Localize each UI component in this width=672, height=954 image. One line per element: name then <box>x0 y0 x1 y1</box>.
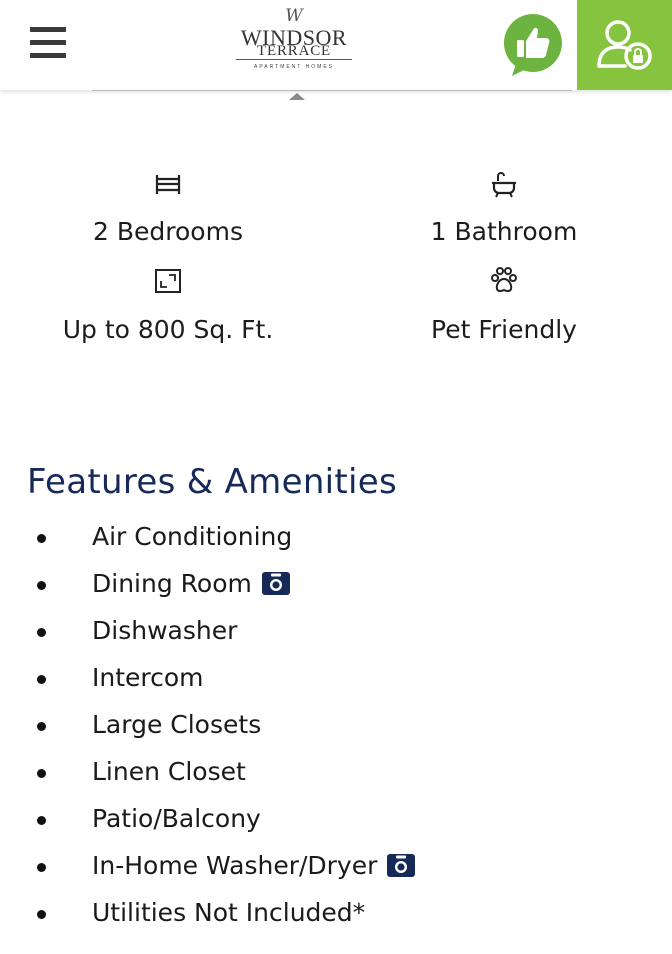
list-item: Patio/Balcony <box>0 797 672 844</box>
feature-label: In-Home Washer/Dryer <box>92 851 378 880</box>
bullet <box>37 581 46 590</box>
feature-label: Air Conditioning <box>92 522 293 551</box>
stat-label: 2 Bedrooms <box>93 217 243 246</box>
logo-subtitle: APARTMENT HOMES <box>253 64 334 70</box>
bullet <box>37 769 46 778</box>
bullet <box>37 675 46 684</box>
list-item: Intercom <box>0 656 672 703</box>
gallery-collapse-bar <box>0 90 672 110</box>
divider <box>92 90 572 91</box>
feature-label: Utilities Not Included* <box>92 898 366 927</box>
stat-pets: Pet Friendly <box>384 266 624 346</box>
stat-label: Up to 800 Sq. Ft. <box>62 315 274 344</box>
thumbs-up-icon[interactable] <box>502 12 564 78</box>
hamburger-menu-icon[interactable] <box>30 27 66 59</box>
stat-bathrooms: 1 Bathroom <box>384 172 624 252</box>
features-list: Air Conditioning Dining Room Dishwasher … <box>0 515 672 938</box>
logo-line2: TERRACE <box>257 43 331 59</box>
feature-label: Dishwasher <box>92 616 238 645</box>
list-item: Air Conditioning <box>0 515 672 562</box>
account-login-button[interactable] <box>577 0 672 90</box>
list-item: In-Home Washer/Dryer <box>0 844 672 891</box>
camera-icon[interactable] <box>387 854 416 877</box>
bed-icon <box>155 175 181 194</box>
feature-label: Intercom <box>92 663 204 692</box>
windsor-terrace-logo[interactable]: W WINDSOR TERRACE APARTMENT HOMES <box>226 6 362 78</box>
bullet <box>37 534 46 543</box>
list-item: Linen Closet <box>0 750 672 797</box>
list-item: Large Closets <box>0 703 672 750</box>
logo-monogram: W <box>285 6 303 26</box>
bullet <box>37 722 46 731</box>
list-item: Dining Room <box>0 562 672 609</box>
bullet <box>37 910 46 919</box>
feature-label: Dining Room <box>92 569 252 598</box>
logo-divider <box>236 59 352 60</box>
stat-bedrooms: 2 Bedrooms <box>48 172 288 252</box>
feature-label: Linen Closet <box>92 757 246 786</box>
stat-square-footage: Up to 800 Sq. Ft. <box>48 268 288 348</box>
features-heading: Features & Amenities <box>27 462 398 502</box>
feature-label: Patio/Balcony <box>92 804 261 833</box>
camera-icon[interactable] <box>261 572 290 595</box>
paw-icon <box>491 267 517 292</box>
square-footage-icon <box>155 269 181 293</box>
chevron-up-icon[interactable] <box>289 93 305 100</box>
list-item: Utilities Not Included* <box>0 891 672 938</box>
list-item: Dishwasher <box>0 609 672 656</box>
feature-label: Large Closets <box>92 710 262 739</box>
stat-label: Pet Friendly <box>431 315 577 344</box>
bathtub-icon <box>492 172 516 198</box>
bullet <box>37 628 46 637</box>
bullet <box>37 816 46 825</box>
bullet <box>37 863 46 872</box>
site-header: W WINDSOR TERRACE APARTMENT HOMES <box>0 0 672 90</box>
stat-label: 1 Bathroom <box>430 217 578 246</box>
user-lock-icon <box>597 20 652 70</box>
